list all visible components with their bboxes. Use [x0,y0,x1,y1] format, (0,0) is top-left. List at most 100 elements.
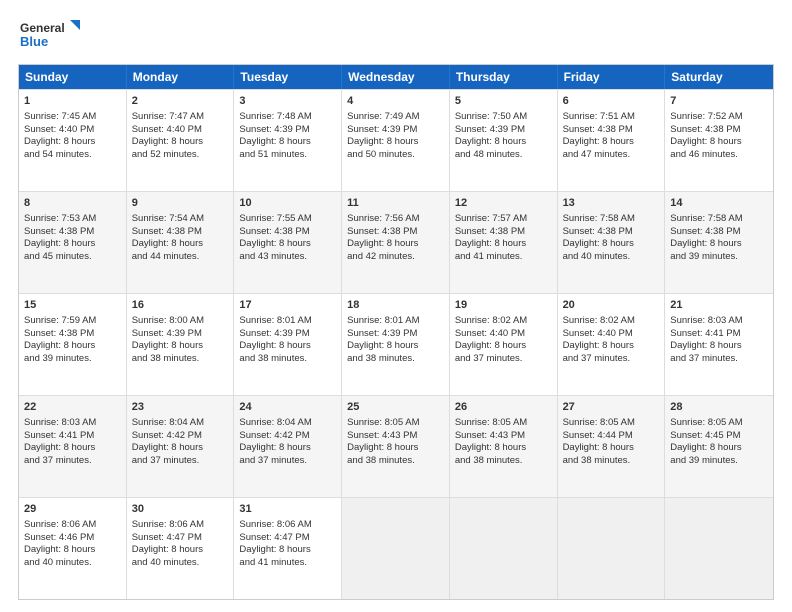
calendar-cell [342,498,450,599]
day-number: 13 [563,196,660,211]
day-number: 28 [670,400,768,415]
day-info: and 46 minutes. [670,149,768,162]
day-info: Daylight: 8 hours [455,136,552,149]
calendar-cell: 4Sunrise: 7:49 AMSunset: 4:39 PMDaylight… [342,90,450,191]
calendar-header: SundayMondayTuesdayWednesdayThursdayFrid… [19,65,773,89]
day-info: Sunset: 4:47 PM [239,532,336,545]
day-number: 2 [132,94,229,109]
day-info: Sunrise: 7:50 AM [455,111,552,124]
day-info: Daylight: 8 hours [239,340,336,353]
day-number: 8 [24,196,121,211]
calendar-cell: 27Sunrise: 8:05 AMSunset: 4:44 PMDayligh… [558,396,666,497]
day-info: and 54 minutes. [24,149,121,162]
day-info: Sunset: 4:46 PM [24,532,121,545]
day-number: 27 [563,400,660,415]
calendar-cell: 3Sunrise: 7:48 AMSunset: 4:39 PMDaylight… [234,90,342,191]
day-number: 15 [24,298,121,313]
day-info: Sunrise: 7:52 AM [670,111,768,124]
day-info: Sunset: 4:38 PM [670,226,768,239]
day-info: and 40 minutes. [24,557,121,570]
calendar-cell: 28Sunrise: 8:05 AMSunset: 4:45 PMDayligh… [665,396,773,497]
svg-text:General: General [20,21,65,35]
day-info: Sunrise: 7:51 AM [563,111,660,124]
day-number: 12 [455,196,552,211]
calendar-cell: 8Sunrise: 7:53 AMSunset: 4:38 PMDaylight… [19,192,127,293]
header-day-saturday: Saturday [665,65,773,89]
calendar-cell: 30Sunrise: 8:06 AMSunset: 4:47 PMDayligh… [127,498,235,599]
day-info: Daylight: 8 hours [670,238,768,251]
day-info: and 37 minutes. [670,353,768,366]
calendar-cell: 6Sunrise: 7:51 AMSunset: 4:38 PMDaylight… [558,90,666,191]
day-info: Sunrise: 7:58 AM [670,213,768,226]
header-day-wednesday: Wednesday [342,65,450,89]
day-info: Sunset: 4:41 PM [670,328,768,341]
day-info: Sunset: 4:41 PM [24,430,121,443]
day-info: Sunset: 4:38 PM [239,226,336,239]
day-info: Sunrise: 7:47 AM [132,111,229,124]
day-info: and 40 minutes. [563,251,660,264]
day-info: Daylight: 8 hours [24,136,121,149]
day-info: and 48 minutes. [455,149,552,162]
day-info: Daylight: 8 hours [455,340,552,353]
calendar-cell: 12Sunrise: 7:57 AMSunset: 4:38 PMDayligh… [450,192,558,293]
day-info: Daylight: 8 hours [347,340,444,353]
calendar-cell [450,498,558,599]
day-info: Daylight: 8 hours [132,340,229,353]
day-number: 24 [239,400,336,415]
day-info: and 38 minutes. [239,353,336,366]
calendar-cell: 23Sunrise: 8:04 AMSunset: 4:42 PMDayligh… [127,396,235,497]
day-info: Daylight: 8 hours [455,442,552,455]
calendar-cell: 26Sunrise: 8:05 AMSunset: 4:43 PMDayligh… [450,396,558,497]
calendar-cell: 29Sunrise: 8:06 AMSunset: 4:46 PMDayligh… [19,498,127,599]
day-info: Sunrise: 8:04 AM [132,417,229,430]
logo: General Blue [18,18,88,54]
calendar-cell: 10Sunrise: 7:55 AMSunset: 4:38 PMDayligh… [234,192,342,293]
day-number: 7 [670,94,768,109]
day-info: and 50 minutes. [347,149,444,162]
day-info: Sunset: 4:38 PM [455,226,552,239]
day-info: Sunset: 4:42 PM [132,430,229,443]
day-info: Daylight: 8 hours [670,340,768,353]
page: General Blue SundayMondayTuesdayWednesda… [0,0,792,612]
day-number: 21 [670,298,768,313]
svg-text:Blue: Blue [20,34,48,49]
day-info: Daylight: 8 hours [132,544,229,557]
day-info: Sunrise: 8:02 AM [563,315,660,328]
day-info: Daylight: 8 hours [132,136,229,149]
day-number: 3 [239,94,336,109]
day-info: Sunrise: 8:06 AM [24,519,121,532]
day-number: 16 [132,298,229,313]
day-number: 1 [24,94,121,109]
day-info: Daylight: 8 hours [24,340,121,353]
calendar-cell: 14 Sunrise: 7:58 AMSunset: 4:38 PMDayligh… [665,192,773,293]
day-info: Sunset: 4:39 PM [455,124,552,137]
day-number: 20 [563,298,660,313]
day-info: Daylight: 8 hours [347,136,444,149]
calendar-row-3: 15Sunrise: 7:59 AMSunset: 4:38 PMDayligh… [19,293,773,395]
calendar-cell: 1Sunrise: 7:45 AMSunset: 4:40 PMDaylight… [19,90,127,191]
day-info: and 37 minutes. [455,353,552,366]
day-info: Sunrise: 8:05 AM [455,417,552,430]
header-day-tuesday: Tuesday [234,65,342,89]
day-info: Daylight: 8 hours [239,136,336,149]
day-number: 14 [670,196,768,211]
calendar-row-5: 29Sunrise: 8:06 AMSunset: 4:46 PMDayligh… [19,497,773,599]
day-info: and 39 minutes. [670,455,768,468]
day-info: Daylight: 8 hours [132,238,229,251]
day-info: Sunset: 4:42 PM [239,430,336,443]
day-info: Daylight: 8 hours [347,238,444,251]
day-info: Daylight: 8 hours [455,238,552,251]
day-info: Daylight: 8 hours [132,442,229,455]
day-number: 10 [239,196,336,211]
calendar-body: 1Sunrise: 7:45 AMSunset: 4:40 PMDaylight… [19,89,773,599]
day-info: Daylight: 8 hours [239,544,336,557]
calendar-cell: 18Sunrise: 8:01 AMSunset: 4:39 PMDayligh… [342,294,450,395]
day-info: Sunset: 4:38 PM [24,328,121,341]
day-info: Sunrise: 7:58 AM [563,213,660,226]
header-day-thursday: Thursday [450,65,558,89]
day-info: Daylight: 8 hours [563,136,660,149]
day-info: Sunrise: 8:05 AM [670,417,768,430]
calendar-cell: 7Sunrise: 7:52 AMSunset: 4:38 PMDaylight… [665,90,773,191]
day-info: and 38 minutes. [563,455,660,468]
day-number: 4 [347,94,444,109]
